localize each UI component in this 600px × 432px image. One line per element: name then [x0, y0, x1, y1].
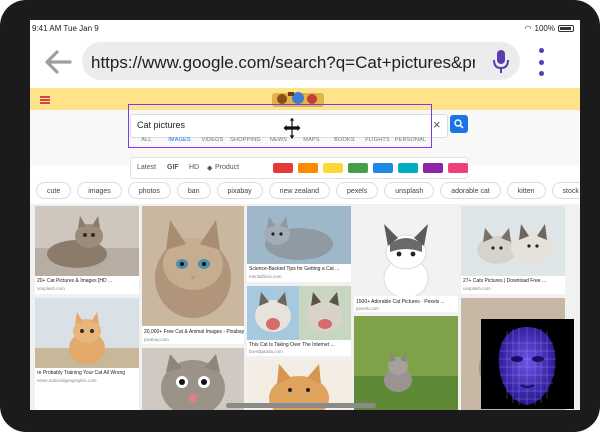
- battery-icon: [558, 25, 574, 32]
- tag-icon: ◆: [207, 165, 213, 172]
- related-search-chip[interactable]: kitten: [506, 182, 546, 199]
- face-mesh-overlay: [481, 319, 574, 409]
- result-card[interactable]: [142, 348, 244, 410]
- result-source: boredpanda.com: [249, 349, 283, 354]
- color-swatch[interactable]: [423, 163, 443, 173]
- ios-status-bar: 9:41 AM Tue Jan 9 ◠ 100%: [30, 22, 580, 36]
- color-swatch[interactable]: [398, 163, 418, 173]
- related-search-chip[interactable]: cute: [36, 182, 72, 199]
- related-search-chip[interactable]: ban: [176, 182, 211, 199]
- result-caption: This Cat Is Taking Over The Internet ...: [249, 342, 335, 348]
- related-search-chip[interactable]: pexels: [335, 182, 379, 199]
- cat-image: [142, 348, 244, 410]
- cat-image: [354, 206, 458, 296]
- selection-outline: [128, 104, 432, 148]
- result-card[interactable]: This Cat Is Taking Over The Internet ...…: [247, 286, 351, 356]
- color-swatch[interactable]: [448, 163, 468, 173]
- related-search-chip[interactable]: pixabay: [216, 182, 263, 199]
- more-vert-icon[interactable]: [535, 48, 547, 76]
- result-card[interactable]: 20+ Cat Pictures & Images [HD ... unspla…: [35, 206, 139, 294]
- image-filter-bar: Latest GIF HD ◆ Product: [130, 157, 468, 179]
- search-button[interactable]: [450, 115, 468, 133]
- cat-image: [354, 316, 458, 410]
- back-arrow-icon[interactable]: [40, 44, 76, 80]
- related-search-chip[interactable]: photos: [127, 182, 171, 199]
- result-card[interactable]: re Probably Training Your Cat All Wrong …: [35, 298, 139, 410]
- result-caption: 20,000+ Free Cat & Animal Images - Pixab…: [144, 329, 244, 335]
- color-swatch[interactable]: [273, 163, 293, 173]
- result-card[interactable]: [354, 316, 458, 410]
- filter-hd[interactable]: HD: [189, 164, 199, 171]
- color-swatch[interactable]: [323, 163, 343, 173]
- result-card[interactable]: Science-Backed Tips for Getting a Cat ..…: [247, 206, 351, 282]
- cat-image: [247, 206, 351, 264]
- cat-image: [35, 206, 139, 276]
- result-source: news.nationalgeographic.com: [37, 378, 97, 383]
- result-card[interactable]: 1500+ Adorable Cat Pictures · Pexels ...…: [354, 206, 458, 312]
- microphone-icon[interactable]: [492, 49, 510, 75]
- status-indicators: ◠ 100%: [525, 24, 574, 33]
- clear-icon[interactable]: ×: [433, 117, 441, 132]
- result-source: unsplash.com: [463, 286, 491, 291]
- result-source: unsplash.com: [37, 286, 65, 291]
- result-source: pexels.com: [356, 306, 379, 311]
- address-row: https://www.google.com/search?q=Cat+pict…: [30, 38, 580, 88]
- battery-percent: 100%: [534, 24, 555, 33]
- related-search-chip[interactable]: new zealand: [268, 182, 330, 199]
- wifi-icon: ◠: [524, 24, 532, 33]
- color-swatch[interactable]: [348, 163, 368, 173]
- related-search-chips: cute images photos ban pixabay new zealand pex…: [36, 182, 580, 200]
- cat-image: [142, 206, 244, 326]
- related-search-chip[interactable]: stock: [551, 182, 580, 199]
- filter-gif[interactable]: GIF: [167, 164, 179, 171]
- cat-image: [247, 286, 351, 340]
- related-search-chip[interactable]: unsplash: [384, 182, 435, 199]
- result-caption: Science-Backed Tips for Getting a Cat ..…: [249, 266, 340, 272]
- color-swatch[interactable]: [298, 163, 318, 173]
- cat-image: [35, 298, 139, 368]
- result-caption: re Probably Training Your Cat All Wrong: [37, 370, 126, 376]
- filter-latest[interactable]: Latest: [137, 164, 156, 171]
- cat-image: [461, 206, 565, 276]
- result-card[interactable]: 27+ Cats Pictures | Download Free ... un…: [461, 206, 565, 294]
- filter-product[interactable]: Product: [215, 164, 239, 171]
- search-icon: [454, 119, 464, 129]
- result-source: pixabay.com: [144, 337, 169, 342]
- url-text[interactable]: https://www.google.com/search?q=Cat+pict…: [91, 53, 475, 73]
- result-caption: 20+ Cat Pictures & Images [HD ...: [37, 278, 113, 284]
- result-source: mentalfloss.com: [249, 274, 282, 279]
- result-card[interactable]: 20,000+ Free Cat & Animal Images - Pixab…: [142, 206, 244, 344]
- home-indicator[interactable]: [226, 403, 376, 408]
- face-mesh-image: [481, 319, 574, 409]
- related-search-chip[interactable]: adorable cat: [440, 182, 501, 199]
- url-bar[interactable]: https://www.google.com/search?q=Cat+pict…: [82, 42, 520, 80]
- result-caption: 27+ Cats Pictures | Download Free ...: [463, 278, 547, 284]
- hamburger-menu-icon[interactable]: [40, 96, 50, 104]
- related-search-chip[interactable]: images: [77, 182, 122, 199]
- status-time: 9:41 AM Tue Jan 9: [32, 24, 99, 33]
- color-swatch[interactable]: [373, 163, 393, 173]
- result-caption: 1500+ Adorable Cat Pictures · Pexels ...: [356, 299, 445, 305]
- move-cursor-icon: [282, 116, 302, 142]
